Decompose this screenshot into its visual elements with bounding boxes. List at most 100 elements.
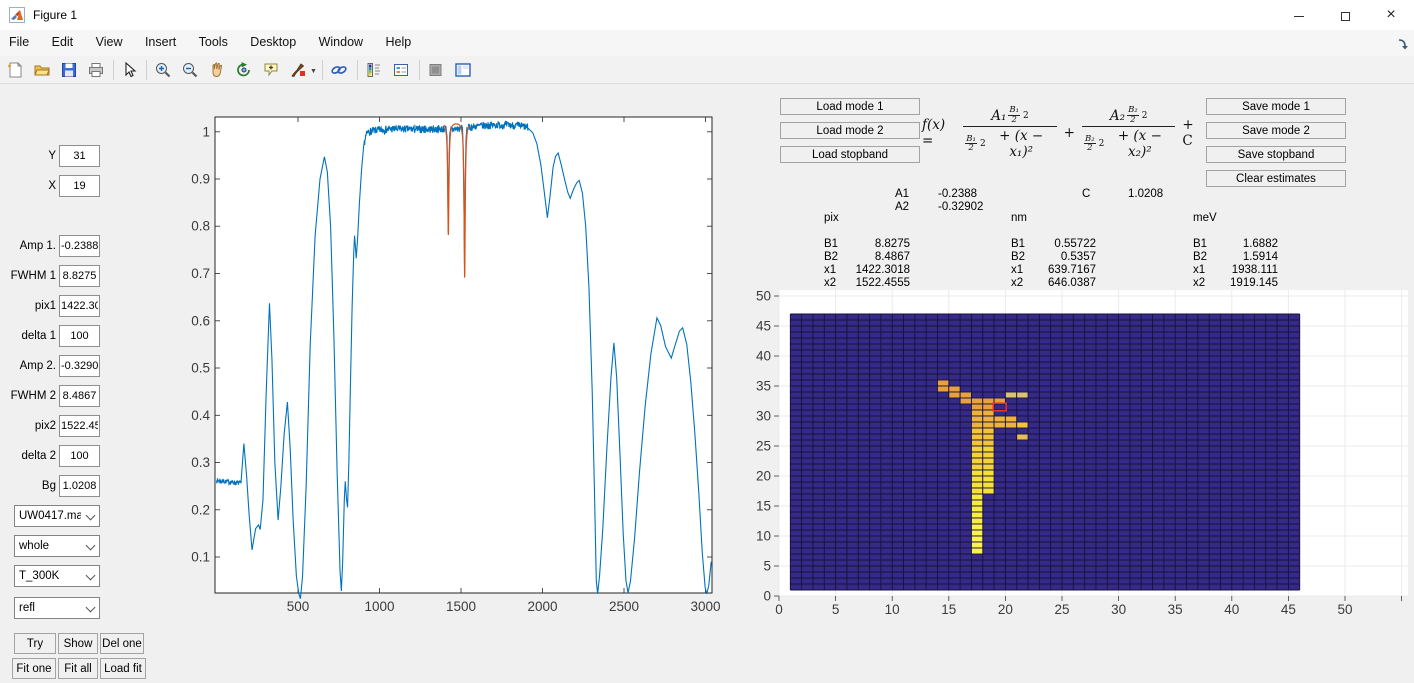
save-stopband-button[interactable]: Save stopband — [1206, 146, 1346, 163]
field-label-fwhm1: FWHM 1 — [4, 270, 56, 282]
a2-value: -0.32902 — [938, 201, 983, 213]
fit-one-button[interactable]: Fit one — [12, 658, 56, 679]
formula-lhs: f(x) = — [922, 117, 960, 149]
field-label-bg: Bg — [4, 480, 56, 492]
spectrum-plot[interactable]: 500100015002000250030000.10.20.30.40.50.… — [185, 95, 730, 630]
zoom-in-icon[interactable] — [154, 61, 172, 79]
menu-window[interactable]: Window — [310, 30, 372, 49]
window-title: Figure 1 — [33, 8, 77, 22]
svg-text:45: 45 — [756, 319, 771, 334]
data-cursor-icon[interactable] — [262, 61, 280, 79]
nm-table-header: nm — [1011, 212, 1027, 224]
svg-text:0.3: 0.3 — [191, 455, 210, 470]
svg-text:45: 45 — [1281, 602, 1296, 617]
field-label-delta2: delta 2 — [4, 450, 56, 462]
a2-label: A2 — [895, 201, 909, 213]
temperature-dropdown[interactable]: T_300K — [14, 565, 100, 587]
fit-all-button[interactable]: Fit all — [58, 658, 98, 679]
new-figure-icon[interactable] — [6, 61, 24, 79]
svg-text:3000: 3000 — [690, 599, 720, 614]
delta2-field[interactable] — [59, 445, 100, 467]
a1-label: A1 — [895, 188, 909, 200]
amp2-field[interactable] — [59, 355, 100, 377]
menu-file[interactable]: File — [0, 30, 38, 49]
brush-data-icon[interactable] — [289, 61, 307, 79]
pan-icon[interactable] — [208, 61, 226, 79]
x-field[interactable] — [59, 175, 100, 197]
amp1-field[interactable] — [59, 235, 100, 257]
show-plot-tools-icon[interactable] — [454, 61, 472, 79]
fwhm2-field[interactable] — [59, 385, 100, 407]
a1-value: -0.2388 — [938, 188, 977, 200]
bg-field[interactable] — [59, 475, 100, 497]
formula-plus: + — [1064, 125, 1075, 141]
matlab-icon — [9, 7, 25, 23]
load-fit-button[interactable]: Load fit — [100, 658, 146, 679]
heatmap-plot[interactable]: 0510152025303540455005101520253035404550 — [750, 290, 1410, 635]
svg-text:10: 10 — [885, 602, 900, 617]
svg-text:0.8: 0.8 — [191, 219, 210, 234]
chevron-down-icon — [86, 541, 96, 551]
figure-window: Figure 1 × File Edit View Insert Tools D… — [0, 0, 1414, 683]
field-label-amp2: Amp 2. — [4, 360, 56, 372]
title-bar[interactable]: Figure 1 × — [0, 0, 1414, 30]
menu-help[interactable]: Help — [377, 30, 421, 49]
svg-text:35: 35 — [756, 379, 771, 394]
heatmap-grid — [790, 314, 1299, 590]
dock-figure-icon[interactable] — [1396, 37, 1410, 51]
minimize-button[interactable] — [1276, 0, 1322, 30]
svg-text:500: 500 — [287, 599, 310, 614]
pix2-field[interactable] — [59, 415, 100, 437]
menu-tools[interactable]: Tools — [190, 30, 237, 49]
menu-desktop[interactable]: Desktop — [241, 30, 305, 49]
formula-term2: A₂B₂22 B₂22+ (x − x₂)² — [1082, 106, 1175, 160]
y-field[interactable] — [59, 145, 100, 167]
delta1-field[interactable] — [59, 325, 100, 347]
fit-formula: f(x) = A₁B₁22 B₁22+ (x − x₁)² + A₂B₂22 B… — [922, 101, 1212, 165]
menu-insert[interactable]: Insert — [136, 30, 185, 49]
edit-plot-icon[interactable] — [121, 61, 139, 79]
open-file-icon[interactable] — [33, 61, 51, 79]
link-plot-icon[interactable] — [330, 61, 348, 79]
zoom-out-icon[interactable] — [181, 61, 199, 79]
insert-legend-icon[interactable] — [392, 61, 410, 79]
svg-text:1: 1 — [202, 124, 210, 139]
clear-estimates-button[interactable]: Clear estimates — [1206, 170, 1346, 187]
save-figure-icon[interactable] — [60, 61, 78, 79]
pix1-field[interactable] — [59, 295, 100, 317]
menu-view[interactable]: View — [87, 30, 132, 49]
rotate-3d-icon[interactable] — [235, 61, 253, 79]
insert-colorbar-icon[interactable] — [365, 61, 383, 79]
load-mode-1-button[interactable]: Load mode 1 — [780, 98, 920, 115]
hide-plot-tools-icon[interactable] — [427, 61, 445, 79]
pix-table-header: pix — [824, 212, 839, 224]
c-value: 1.0208 — [1128, 188, 1163, 200]
chevron-down-icon — [86, 511, 96, 521]
del-one-button[interactable]: Del one — [100, 633, 144, 654]
try-button[interactable]: Try — [14, 633, 56, 654]
menu-edit[interactable]: Edit — [43, 30, 83, 49]
figure-toolbar: ▼ — [0, 56, 1414, 84]
formula-tail: + C — [1182, 117, 1208, 149]
load-stopband-button[interactable]: Load stopband — [780, 146, 920, 163]
close-button[interactable]: × — [1368, 0, 1414, 30]
print-figure-icon[interactable] — [87, 61, 105, 79]
mev-table-header: meV — [1193, 212, 1217, 224]
svg-text:5: 5 — [763, 559, 771, 574]
fwhm1-field[interactable] — [59, 265, 100, 287]
svg-text:0.7: 0.7 — [191, 266, 210, 281]
maximize-button[interactable] — [1322, 0, 1368, 30]
svg-text:50: 50 — [1337, 602, 1352, 617]
load-mode-2-button[interactable]: Load mode 2 — [780, 122, 920, 139]
svg-text:25: 25 — [1054, 602, 1069, 617]
range-dropdown[interactable]: whole — [14, 535, 100, 557]
svg-text:5: 5 — [832, 602, 840, 617]
show-button[interactable]: Show — [58, 633, 98, 654]
save-mode-1-button[interactable]: Save mode 1 — [1206, 98, 1346, 115]
file-dropdown[interactable]: UW0417.mat — [14, 505, 100, 527]
brush-dropdown-caret[interactable]: ▼ — [310, 68, 317, 75]
chevron-down-icon — [86, 603, 96, 613]
field-label-pix2: pix2 — [4, 420, 56, 432]
signal-dropdown[interactable]: refl — [14, 597, 100, 619]
save-mode-2-button[interactable]: Save mode 2 — [1206, 122, 1346, 139]
